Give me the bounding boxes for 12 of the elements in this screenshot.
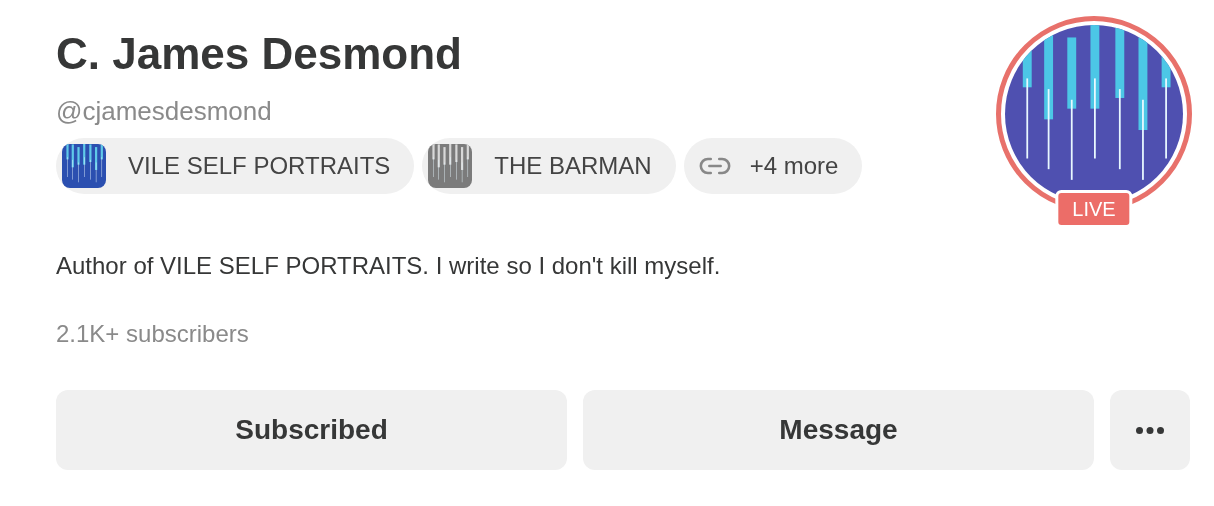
subscriber-count: 2.1K+ subscribers — [56, 319, 249, 349]
action-button[interactable]: Subscribed — [56, 390, 567, 470]
profile-handle: @cjamesdesmond — [56, 95, 272, 128]
publication-chip[interactable]: VILE SELF PORTRAITS — [56, 138, 415, 194]
publication-chip[interactable]: THE BARMAN — [422, 138, 676, 194]
bio-text: Author of VILE SELF PORTRAITS. I write so I don't kill myself. — [56, 251, 722, 281]
action-button[interactable]: Message — [583, 390, 1094, 470]
live-badge: LIVE — [1055, 190, 1133, 228]
more-button[interactable] — [1110, 390, 1190, 470]
more-icon — [1136, 426, 1164, 434]
profile-name: C. James Desmond — [56, 28, 463, 80]
publication-chip[interactable]: +4 more — [683, 138, 863, 194]
